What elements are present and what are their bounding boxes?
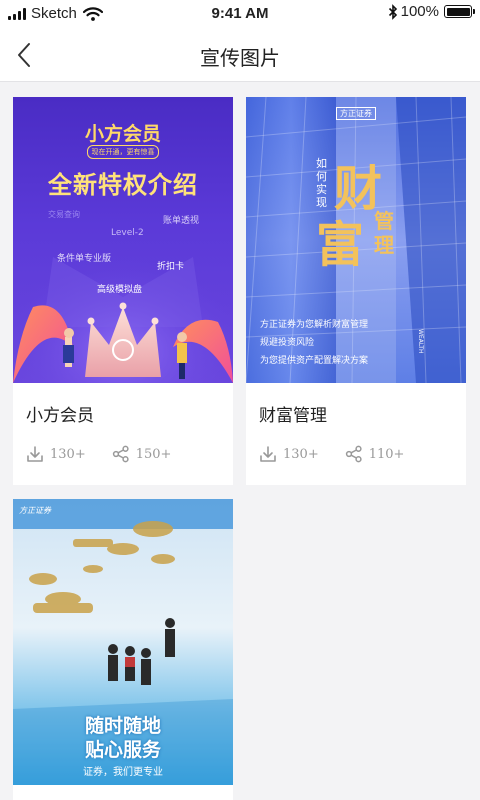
poster-image-wealth-management[interactable]: 方正证券 如何实现 财 富 管理 方正证券为您解析财富管理 规避投资风险 为您提…	[246, 97, 466, 383]
poster-logo: 方正证券	[336, 107, 376, 120]
poster-big-char: 富	[316, 217, 365, 273]
poster-line: 贴心服务	[84, 739, 161, 761]
poster-image-vip-membership[interactable]: 小方会员 现在开通，更有惊喜 全新特权介绍 交易查询 账单透视 Level-2 …	[13, 97, 233, 383]
bluetooth-icon	[388, 3, 397, 20]
poster-card[interactable]: 方正证券 如何实现 财 富 管理 方正证券为您解析财富管理 规避投资风险 为您提…	[246, 97, 466, 485]
poster-line: 随时随地	[84, 715, 161, 737]
share-count: 150+	[135, 446, 172, 462]
battery-icon	[444, 5, 475, 18]
poster-feature: 条件单专业版	[57, 254, 112, 264]
poster-card[interactable]: 方正证券 随时随地 贴心服务 证券，我们更专业	[13, 499, 233, 800]
poster-small-text: 如何实现	[316, 157, 327, 209]
share-count: 110+	[368, 446, 405, 462]
page-title: 宣传图片	[200, 46, 280, 70]
poster-tagline: 现在开通，更有惊喜	[87, 145, 159, 159]
poster-card[interactable]: 小方会员 现在开通，更有惊喜 全新特权介绍 交易查询 账单透视 Level-2 …	[13, 97, 233, 485]
poster-heading: 小方会员	[84, 123, 161, 145]
download-icon	[27, 446, 43, 462]
download-count: 130+	[283, 446, 319, 462]
poster-vertical-text: WEALTH	[417, 329, 424, 354]
download-count-button[interactable]: 130+	[26, 445, 86, 463]
poster-feature: Level-2	[111, 228, 144, 238]
battery-percentage: 100%	[400, 3, 439, 20]
poster-image-service[interactable]: 方正证券 随时随地 贴心服务 证券，我们更专业	[13, 499, 233, 785]
card-stats: 130+ 150+	[26, 445, 171, 463]
card-stats: 130+ 110+	[259, 445, 404, 463]
poster-feature: 高级模拟盘	[97, 285, 143, 295]
poster-feature: 账单透视	[163, 216, 200, 226]
poster-line: 规避投资风险	[260, 338, 315, 348]
navigation-bar: 宣传图片	[0, 28, 480, 82]
download-count: 130+	[50, 446, 86, 462]
poster-headline: 全新特权介绍	[48, 171, 198, 199]
share-count-button[interactable]: 150+	[112, 445, 172, 463]
card-title: 小方会员	[26, 406, 94, 426]
poster-logo: 方正证券	[19, 506, 51, 515]
poster-feature: 交易查询	[48, 210, 80, 219]
poster-side-text: 管理	[374, 209, 394, 257]
status-bar: Sketch 9:41 AM 100%	[0, 0, 480, 28]
card-title: 财富管理	[259, 406, 327, 426]
poster-feature: 折扣卡	[157, 262, 185, 272]
share-icon	[112, 445, 129, 463]
download-icon	[260, 446, 276, 462]
share-count-button[interactable]: 110+	[345, 445, 405, 463]
download-count-button[interactable]: 130+	[259, 445, 319, 463]
poster-line: 为您提供资产配置解决方案	[260, 356, 369, 366]
share-icon	[345, 445, 362, 463]
poster-line: 方正证券为您解析财富管理	[260, 320, 369, 330]
poster-slogan: 证券，我们更专业	[83, 767, 163, 778]
